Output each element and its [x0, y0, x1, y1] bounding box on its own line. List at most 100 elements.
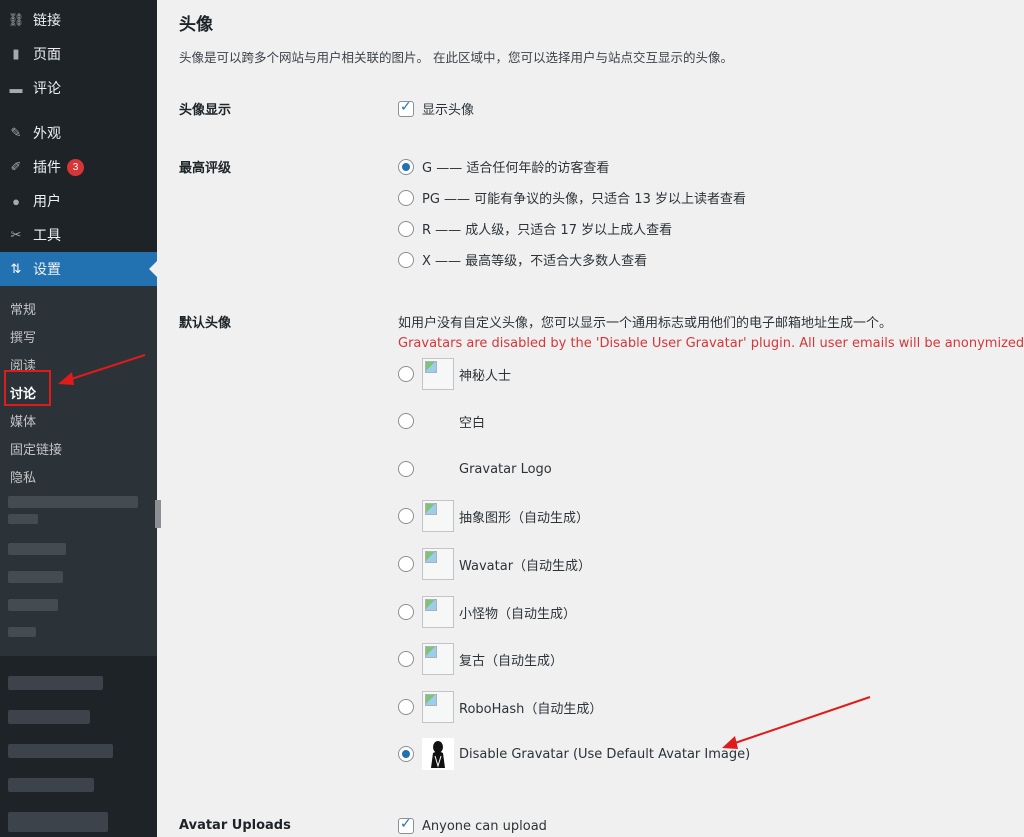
- submenu-general[interactable]: 常规: [10, 299, 36, 318]
- rating-radio[interactable]: [398, 220, 414, 237]
- avatar-radio[interactable]: [398, 651, 414, 667]
- avatar-uploads-label: Avatar Uploads: [179, 818, 291, 833]
- show-avatars-option[interactable]: 显示头像: [398, 99, 474, 118]
- blank-avatar-placeholder: [422, 405, 454, 437]
- submenu-writing[interactable]: 撰写: [10, 327, 36, 346]
- broken-image-icon: [422, 358, 454, 390]
- settings-icon: ⇅: [10, 261, 22, 276]
- blurred-menu-item: [8, 744, 113, 758]
- avatar-option-text: 小怪物（自动生成）: [459, 606, 577, 622]
- avatar-radio[interactable]: [398, 604, 414, 620]
- gravatar-disabled-warning: Gravatars are disabled by the 'Disable U…: [398, 336, 1024, 351]
- menu-item-pages[interactable]: ▮ 页面: [0, 37, 157, 71]
- active-menu-arrow: [149, 261, 157, 277]
- blurred-menu-item: [8, 778, 94, 792]
- rating-option-text: R —— 成人级，只适合 17 岁以上成人查看: [422, 223, 673, 238]
- rating-option-g[interactable]: G —— 适合任何年龄的访客查看: [398, 157, 609, 176]
- avatar-option-disable-gravatar[interactable]: Disable Gravatar (Use Default Avatar Ima…: [398, 738, 750, 770]
- broken-image-icon: [422, 596, 454, 628]
- avatar-option-retro[interactable]: 复古（自动生成）: [398, 643, 563, 675]
- anyone-can-upload-option[interactable]: Anyone can upload: [398, 816, 547, 834]
- menu-item-label: 用户: [33, 194, 61, 210]
- avatar-option-mystery[interactable]: 神秘人士: [398, 358, 511, 390]
- blurred-submenu-item: [8, 496, 138, 508]
- plugin-icon: ✐: [10, 159, 22, 174]
- rating-option-text: G —— 适合任何年龄的访客查看: [422, 161, 610, 176]
- broken-image-icon: [422, 548, 454, 580]
- rating-option-r[interactable]: R —— 成人级，只适合 17 岁以上成人查看: [398, 219, 672, 238]
- rating-radio[interactable]: [398, 189, 414, 206]
- section-title: 头像: [179, 15, 213, 35]
- settings-content: 头像 头像是可以跨多个网站与用户相关联的图片。 在此区域中，您可以选择用户与站点…: [157, 0, 1024, 837]
- avatar-option-text: Gravatar Logo: [459, 461, 552, 477]
- avatar-radio[interactable]: [398, 556, 414, 572]
- menu-item-tools[interactable]: ✂ 工具: [0, 218, 157, 252]
- menu-item-appearance[interactable]: ✎ 外观: [0, 116, 157, 150]
- gravatar-logo-placeholder: [422, 453, 454, 485]
- avatar-radio[interactable]: [398, 461, 414, 477]
- rating-option-pg[interactable]: PG —— 可能有争议的头像，只适合 13 岁以上读者查看: [398, 188, 746, 207]
- default-avatar-label: 默认头像: [179, 316, 232, 331]
- menu-item-plugins[interactable]: ✐ 插件 3: [0, 150, 157, 184]
- blurred-menu-item: [8, 812, 108, 832]
- submenu-permalinks[interactable]: 固定链接: [10, 439, 62, 458]
- broken-image-icon: [422, 691, 454, 723]
- appearance-icon: ✎: [10, 125, 22, 140]
- avatar-option-blank[interactable]: 空白: [398, 405, 485, 437]
- rating-radio[interactable]: [398, 251, 414, 268]
- blurred-submenu-item: [8, 627, 36, 637]
- menu-item-links[interactable]: ⛓ 链接: [0, 3, 157, 37]
- avatar-option-text: 神秘人士: [459, 368, 512, 384]
- menu-item-label: 评论: [33, 81, 61, 97]
- avatar-option-wavatar[interactable]: Wavatar（自动生成）: [398, 548, 591, 580]
- blurred-menu-item: [8, 676, 103, 690]
- avatar-display-label: 头像显示: [179, 103, 232, 118]
- section-description: 头像是可以跨多个网站与用户相关联的图片。 在此区域中，您可以选择用户与站点交互显…: [179, 50, 733, 65]
- menu-item-label: 设置: [33, 262, 61, 278]
- menu-item-settings[interactable]: ⇅ 设置: [0, 252, 157, 286]
- blurred-submenu-item: [8, 599, 58, 611]
- avatar-option-gravatar-logo[interactable]: Gravatar Logo: [398, 453, 552, 485]
- blurred-submenu-item: [8, 571, 63, 583]
- blurred-menu-item: [8, 710, 90, 724]
- avatar-radio[interactable]: [398, 699, 414, 715]
- avatar-radio[interactable]: [398, 508, 414, 524]
- submenu-media[interactable]: 媒体: [10, 411, 36, 430]
- rating-option-text: X —— 最高等级，不适合大多数人查看: [422, 254, 648, 269]
- menu-item-label: 链接: [33, 13, 61, 29]
- default-avatar-note: 如用户没有自定义头像，您可以显示一个通用标志或用他们的电子邮箱地址生成一个。: [398, 316, 893, 331]
- broken-image-icon: [422, 500, 454, 532]
- avatar-radio[interactable]: [398, 366, 414, 382]
- avatar-option-text: 空白: [459, 415, 486, 431]
- plugin-update-badge: 3: [67, 158, 84, 176]
- avatar-option-identicon[interactable]: 抽象图形（自动生成）: [398, 500, 589, 532]
- admin-sidebar: ⛓ 链接 ▮ 页面 ▬ 评论 ✎ 外观 ✐ 插件 3 ● 用户 ✂ 工具 ⇅ 设…: [0, 0, 161, 837]
- annotation-highlight-box: [4, 370, 51, 406]
- default-avatar-image: [422, 738, 454, 770]
- avatar-radio[interactable]: [398, 413, 414, 429]
- avatar-option-text: Disable Gravatar (Use Default Avatar Ima…: [459, 746, 751, 762]
- anyone-can-upload-checkbox[interactable]: [398, 816, 414, 834]
- blurred-submenu-item: [8, 543, 66, 555]
- avatar-radio[interactable]: [398, 746, 414, 762]
- menu-item-label: 页面: [33, 47, 61, 63]
- rating-option-x[interactable]: X —— 最高等级，不适合大多数人查看: [398, 250, 647, 269]
- show-avatars-checkbox[interactable]: [398, 99, 414, 117]
- avatar-option-robohash[interactable]: RoboHash（自动生成）: [398, 691, 602, 723]
- rating-option-text: PG —— 可能有争议的头像，只适合 13 岁以上读者查看: [422, 192, 746, 207]
- rating-radio[interactable]: [398, 158, 414, 175]
- anyone-can-upload-text: Anyone can upload: [422, 818, 547, 834]
- avatar-option-monsterid[interactable]: 小怪物（自动生成）: [398, 596, 576, 628]
- menu-item-label: 外观: [33, 126, 61, 142]
- menu-item-comments[interactable]: ▬ 评论: [0, 71, 157, 105]
- avatar-option-text: Wavatar（自动生成）: [459, 558, 592, 574]
- menu-item-users[interactable]: ● 用户: [0, 184, 157, 218]
- blurred-submenu-item: [8, 514, 38, 524]
- page-icon: ▮: [12, 46, 20, 61]
- avatar-option-text: 抽象图形（自动生成）: [459, 510, 590, 526]
- max-rating-label: 最高评级: [179, 161, 232, 176]
- user-icon: ●: [12, 193, 20, 209]
- settings-submenu: 常规 撰写 阅读 讨论 媒体 固定链接 隐私: [0, 286, 157, 656]
- submenu-privacy[interactable]: 隐私: [10, 467, 36, 486]
- show-avatars-text: 显示头像: [422, 103, 475, 118]
